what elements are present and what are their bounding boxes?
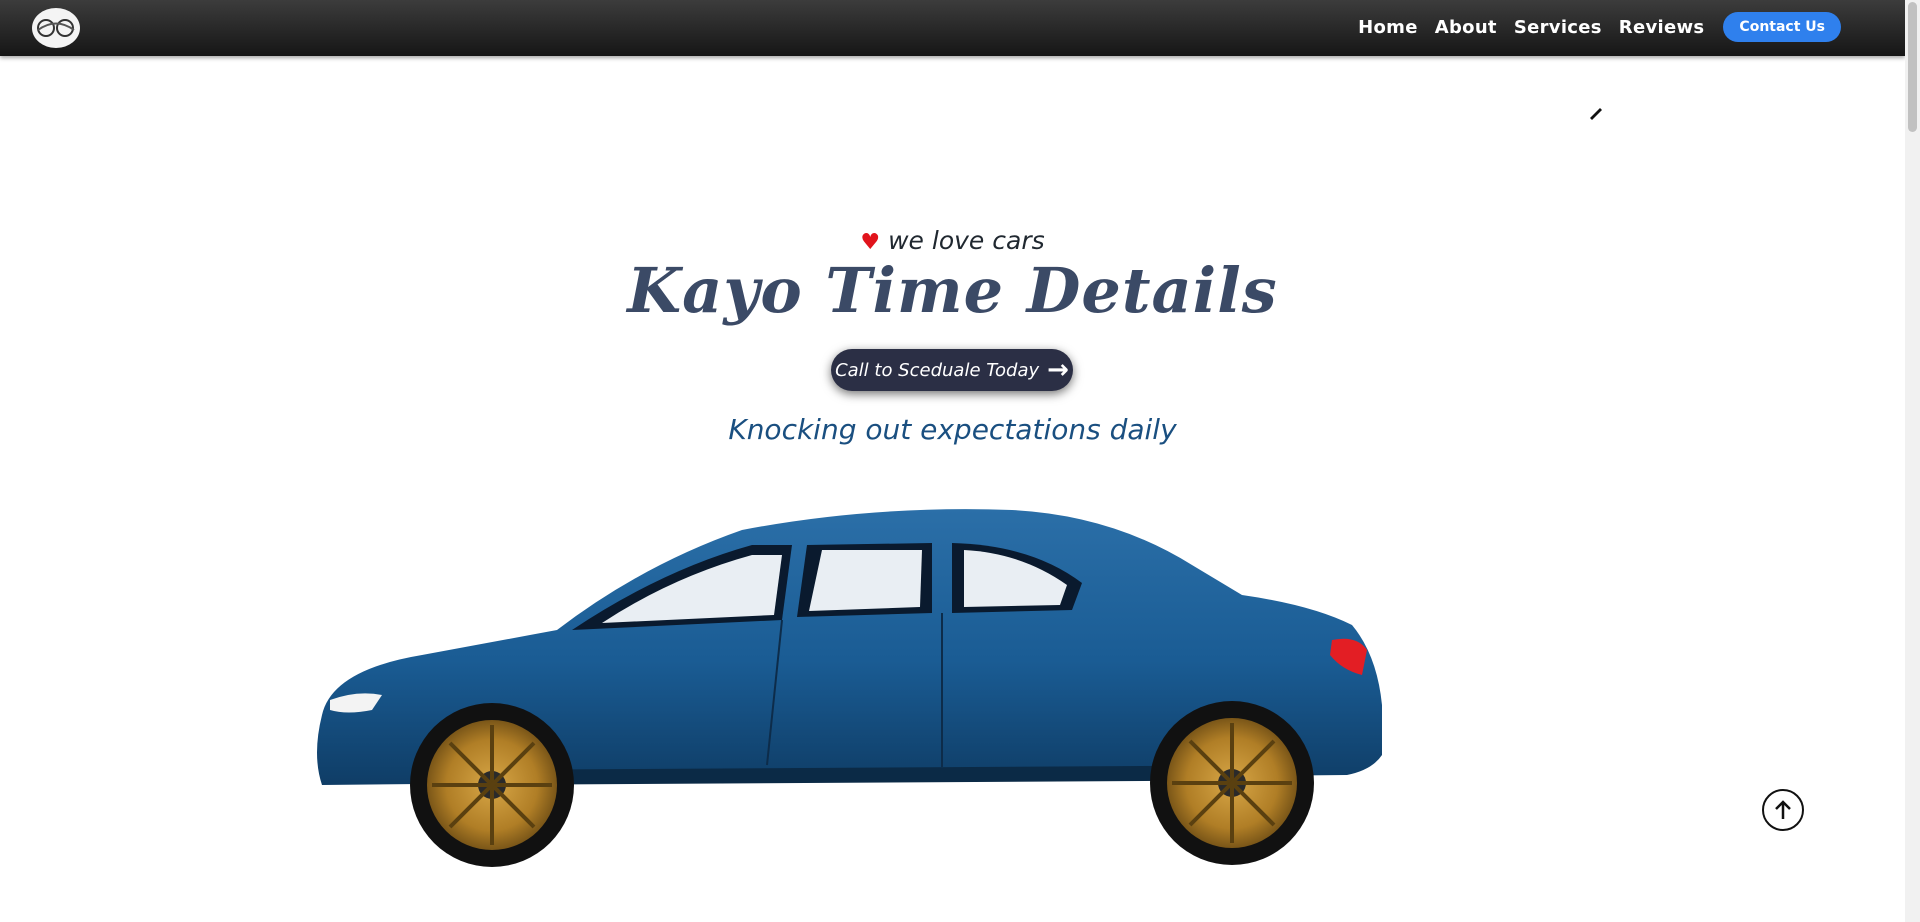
nav-reviews-link[interactable]: Reviews: [1619, 17, 1705, 38]
scroll-to-top-button[interactable]: [1762, 789, 1804, 831]
scrollbar-thumb[interactable]: [1908, 2, 1917, 132]
tagline: ♥ we love cars: [0, 226, 1905, 255]
nav-about-link[interactable]: About: [1435, 17, 1497, 38]
arrow-up-icon: [1775, 800, 1791, 819]
hero-subtitle: Knocking out expectations daily: [728, 413, 1177, 446]
heart-icon: ♥: [860, 230, 881, 255]
arrow-right-icon: →: [1047, 355, 1069, 385]
cta-label: Call to Sceduale Today: [835, 359, 1040, 381]
page-scrollbar[interactable]: [1905, 0, 1920, 922]
navbar: Home About Services Reviews Contact Us: [0, 0, 1905, 56]
nav-services-link[interactable]: Services: [1514, 17, 1602, 38]
hero-title: Kayo Time Details: [627, 254, 1278, 327]
pen-cursor-icon: [1590, 108, 1602, 120]
tagline-text: we love cars: [888, 226, 1045, 255]
nav-home-link[interactable]: Home: [1358, 17, 1418, 38]
nav-links: Home About Services Reviews Contact Us: [1358, 12, 1841, 42]
contact-us-button[interactable]: Contact Us: [1723, 12, 1841, 42]
logo-icon[interactable]: [32, 8, 80, 48]
call-to-schedule-button[interactable]: Call to Sceduale Today →: [831, 349, 1073, 391]
car-image: [317, 509, 1382, 867]
